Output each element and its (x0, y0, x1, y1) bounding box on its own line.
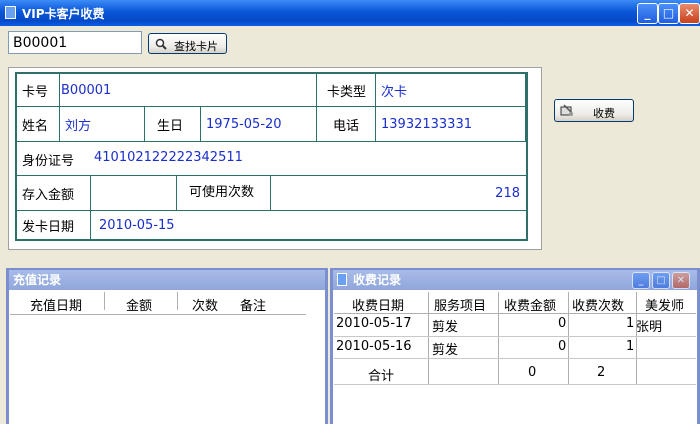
close-button[interactable]: ✕ (679, 3, 700, 24)
fee-row-2-service[interactable]: 剪发 (432, 339, 458, 358)
recharge-header-line (10, 314, 306, 315)
fee-row-line (334, 336, 696, 337)
title-bar: VIP卡客户收费 _ □ ✕ (0, 0, 700, 26)
fee-header-line (334, 313, 696, 314)
fee-total-amount: 0 (528, 365, 537, 380)
fee-panel-icon (337, 273, 347, 286)
fee-row-line (334, 358, 696, 359)
card-no-value[interactable]: B00001 (60, 74, 317, 107)
fee-row-1-service[interactable]: 剪发 (432, 316, 458, 335)
window-title: VIP卡客户收费 (22, 7, 105, 21)
card-type-label: 卡类型 (317, 74, 376, 107)
name-label: 姓名 (17, 107, 60, 142)
fee-col-sep (498, 292, 499, 384)
fee-col-sep (568, 292, 569, 384)
recharge-panel-title: 充值记录 (9, 270, 325, 290)
recharge-col-times[interactable]: 次数 (192, 295, 218, 314)
deposit-label: 存入金额 (17, 176, 91, 211)
recharge-col-note[interactable]: 备注 (240, 295, 266, 314)
deposit-value[interactable] (91, 176, 177, 211)
fee-panel-minimize[interactable]: _ (632, 272, 650, 289)
card-type-value[interactable]: 次卡 (376, 74, 526, 107)
recharge-col-sep (177, 292, 178, 310)
issue-date-value[interactable]: 2010-05-15 (99, 218, 175, 233)
fee-col-date[interactable]: 收费日期 (352, 295, 404, 314)
app-icon (5, 6, 16, 19)
find-card-button[interactable]: 查找卡片 (148, 33, 227, 54)
phone-label: 电话 (317, 107, 376, 142)
magnifier-icon (155, 38, 167, 50)
name-value[interactable]: 刘方 (60, 107, 145, 142)
fee-row-1-amount[interactable]: 0 (558, 316, 566, 331)
phone-value[interactable]: 13932133331 (376, 107, 526, 142)
times-label: 可使用次数 (177, 176, 271, 211)
fee-col-times[interactable]: 收费次数 (572, 295, 624, 314)
charge-label: 收费 (593, 107, 615, 120)
times-value[interactable]: 218 (271, 176, 526, 211)
fee-panel-close[interactable]: ✕ (672, 272, 690, 289)
recharge-col-sep (104, 292, 105, 310)
fee-total-line (334, 384, 696, 385)
birthday-value[interactable]: 1975-05-20 (201, 107, 317, 142)
card-info-grid: 卡号 B00001 卡类型 次卡 姓名 刘方 生日 1975-05-20 电话 … (15, 72, 528, 241)
fee-col-sep (428, 292, 429, 384)
fee-total-label: 合计 (368, 369, 395, 384)
find-card-label: 查找卡片 (174, 40, 218, 53)
fee-row-2-amount[interactable]: 0 (558, 339, 566, 354)
fee-row-1-times[interactable]: 1 (626, 316, 634, 331)
fee-row-2-times[interactable]: 1 (626, 339, 634, 354)
issue-date-label: 发卡日期 (17, 211, 91, 239)
fee-row-2-date[interactable]: 2010-05-16 (336, 339, 412, 354)
charge-button[interactable]: 收费 (554, 99, 634, 122)
maximize-button[interactable]: □ (658, 3, 679, 24)
card-search-input[interactable]: B00001 (8, 31, 142, 54)
fee-col-stylist[interactable]: 美发师 (645, 295, 684, 314)
birthday-label: 生日 (145, 107, 201, 142)
fee-panel-maximize[interactable]: □ (652, 272, 670, 289)
fee-row-1-date[interactable]: 2010-05-17 (336, 316, 412, 331)
recharge-col-date[interactable]: 充值日期 (30, 295, 82, 314)
fee-col-amount[interactable]: 收费金额 (504, 295, 556, 314)
recharge-col-amount[interactable]: 金额 (126, 295, 152, 314)
fee-total-times: 2 (597, 365, 606, 380)
fee-row-1-stylist[interactable]: 张明 (636, 316, 662, 335)
minimize-button[interactable]: _ (637, 3, 658, 24)
fee-col-service[interactable]: 服务项目 (434, 295, 486, 314)
id-value[interactable]: 410102122222342511 (94, 150, 243, 165)
charge-icon (560, 104, 573, 116)
card-no-label: 卡号 (17, 74, 60, 107)
fee-col-sep (636, 292, 637, 384)
